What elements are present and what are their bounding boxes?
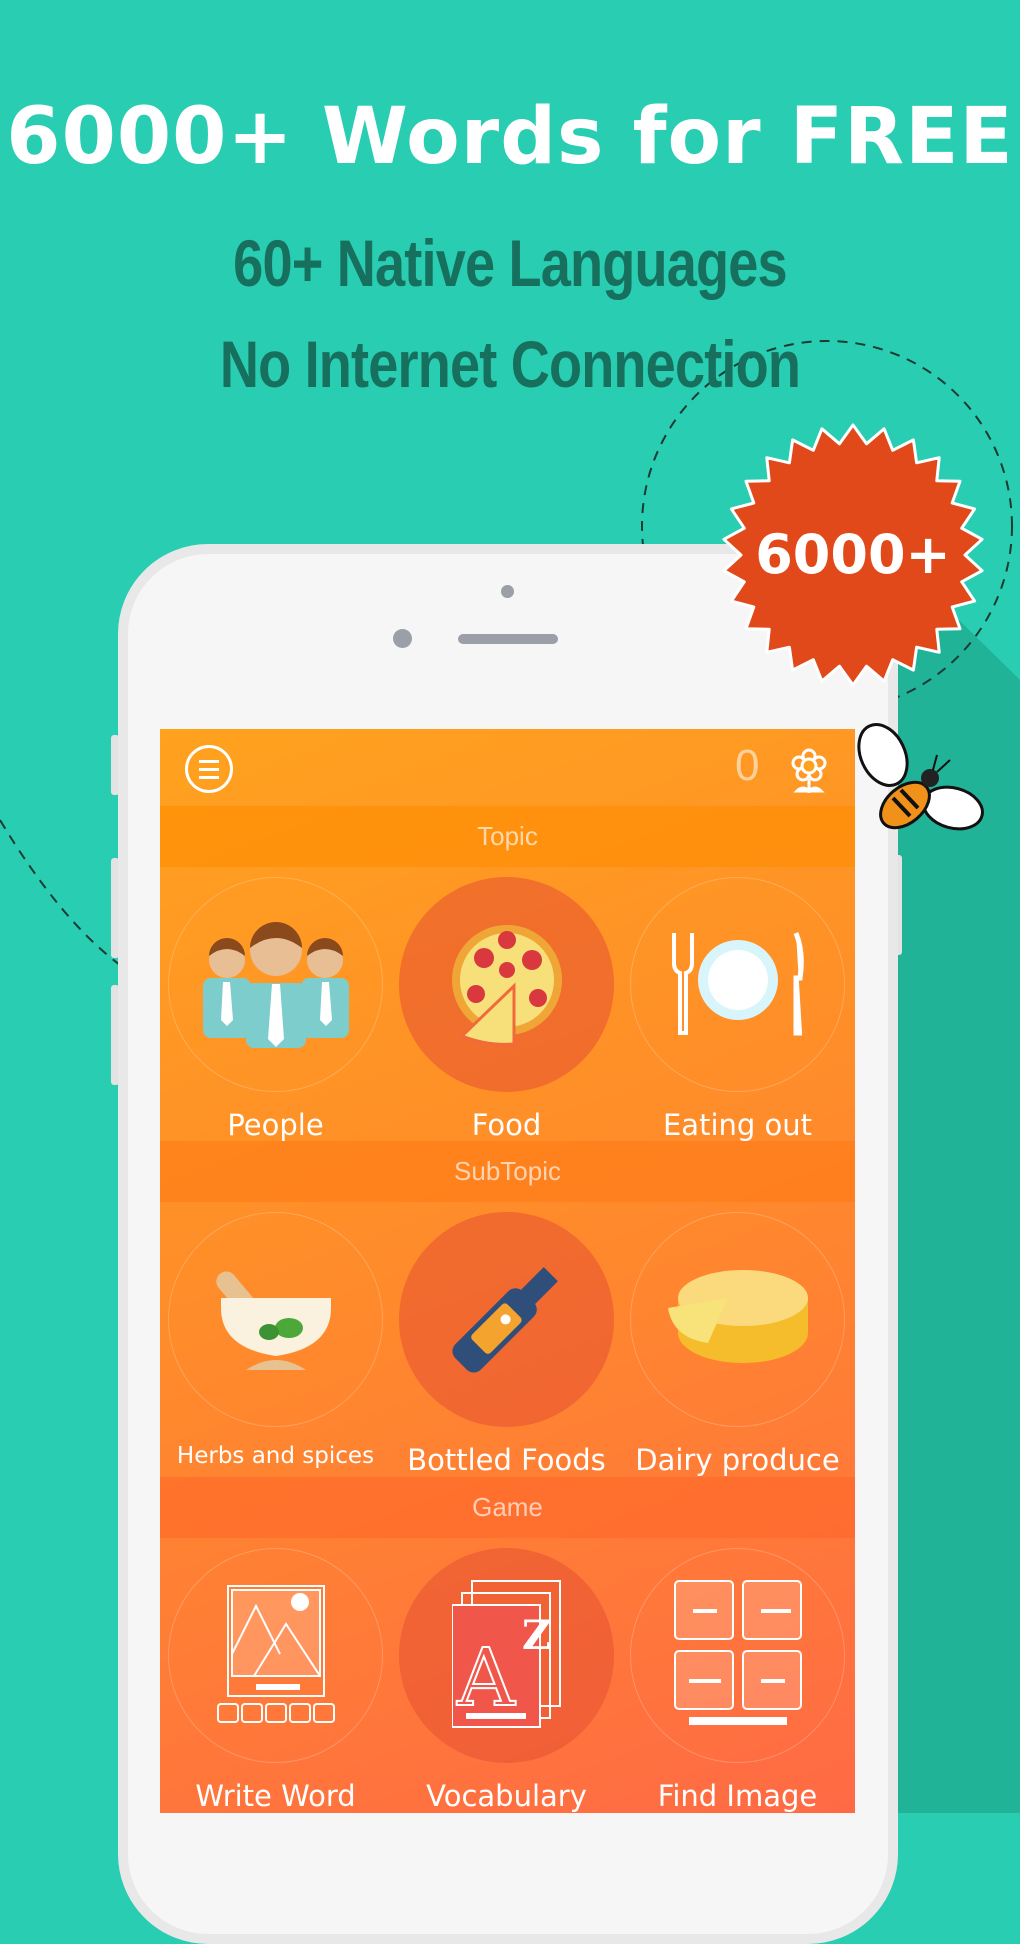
dairy-produce-tile[interactable]: Dairy produce [622, 1212, 853, 1477]
tile-label: Write Word [195, 1779, 356, 1813]
section-header-subtopic: SubTopic [160, 1141, 855, 1202]
badge-text: 6000+ [755, 523, 951, 586]
app-header: 0 [160, 729, 855, 806]
section-header-topic: Topic [160, 806, 855, 867]
tile-circle: AZ [399, 1548, 614, 1763]
people-tile[interactable]: People [160, 877, 391, 1142]
app-screen: 0 Topic People Food Eating out SubTopic Herbs… [160, 729, 855, 1813]
eating-out-tile[interactable]: Eating out [622, 877, 853, 1142]
tile-label: Food [471, 1108, 542, 1142]
phone-speaker [458, 634, 558, 644]
tile-circle [399, 877, 614, 1092]
subheadline-languages: 60+ Native Languages [233, 226, 787, 300]
vocabulary-cards-icon: AZ [450, 1579, 562, 1733]
mortar-pestle-icon [211, 1258, 341, 1382]
bottle-icon [437, 1248, 577, 1392]
tile-circle [630, 1548, 845, 1763]
bottled-foods-tile[interactable]: Bottled Foods [391, 1212, 622, 1477]
tile-label: Eating out [662, 1108, 813, 1142]
vocabulary-tile[interactable]: A Z Vocabulary [391, 1548, 622, 1813]
cheese-icon [663, 1263, 813, 1377]
tile-label: Bottled Foods [407, 1443, 606, 1477]
phone-camera [501, 585, 514, 598]
tile-label: People [227, 1108, 324, 1142]
section-header-game: Game [160, 1477, 855, 1538]
tile-circle [168, 1212, 383, 1427]
headline: 6000+ Words for FREE [6, 92, 1014, 182]
hamburger-menu-icon[interactable] [185, 745, 233, 793]
phone-sensor [393, 629, 412, 648]
tile-label: Herbs and spices [176, 1443, 375, 1469]
subheadline-offline: No Internet Connection [219, 327, 801, 401]
tile-circle [630, 877, 845, 1092]
plate-cutlery-icon [668, 928, 808, 1042]
tile-circle [630, 1212, 845, 1427]
tile-circle [168, 1548, 383, 1763]
write-word-icon [216, 1584, 336, 1728]
people-icon [201, 918, 351, 1052]
flower-icon[interactable] [788, 747, 830, 797]
tile-circle [399, 1212, 614, 1427]
pizza-icon [442, 918, 572, 1052]
food-tile[interactable]: Food [391, 877, 622, 1142]
score-counter: 0 [735, 741, 760, 790]
find-image-grid-icon [673, 1579, 803, 1733]
dashed-flight-path-left [0, 819, 121, 966]
svg-text:Z: Z [522, 1612, 551, 1659]
find-image-tile[interactable]: Find Image [622, 1548, 853, 1813]
badge-starburst: 6000+ [722, 423, 984, 687]
tile-circle [168, 877, 383, 1092]
herbs-and-spices-tile[interactable]: Herbs and spices [160, 1212, 391, 1469]
write-word-tile[interactable]: Write Word [160, 1548, 391, 1813]
tile-label: Vocabulary [426, 1779, 587, 1813]
bee-illustration [857, 723, 984, 831]
tile-label: Dairy produce [635, 1443, 840, 1477]
svg-text:A: A [456, 1631, 516, 1724]
tile-label: Find Image [657, 1779, 818, 1813]
